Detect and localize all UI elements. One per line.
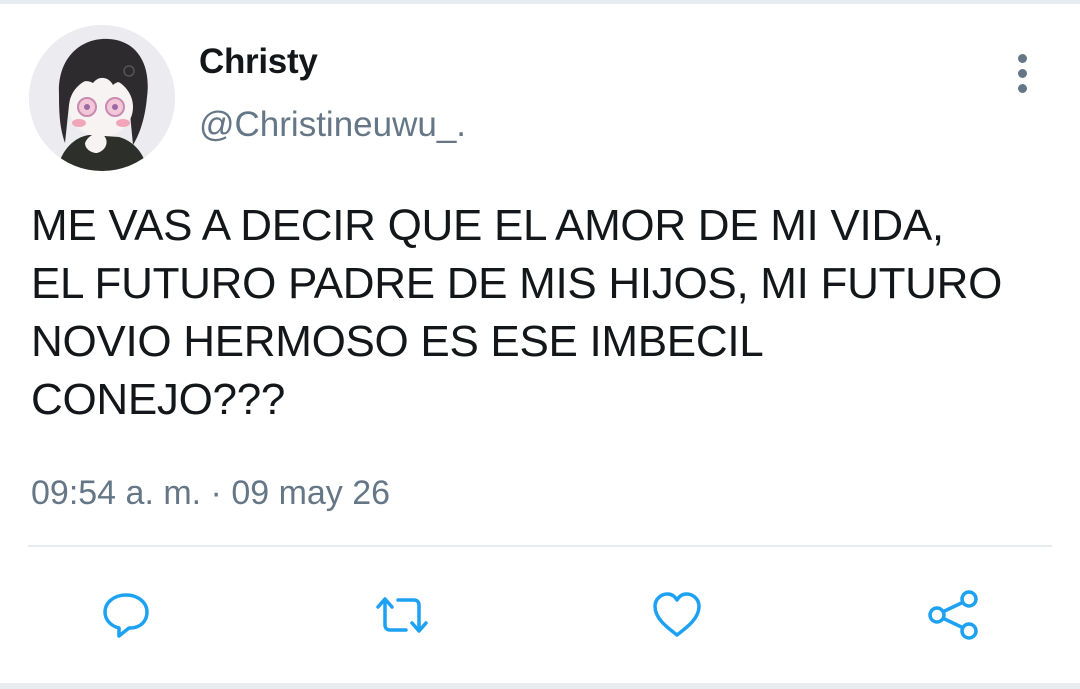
user-handle: @Christineuwu_. — [199, 105, 467, 144]
tweet-timestamp[interactable]: 09:54 a. m. · 09 may 26 — [31, 474, 390, 513]
display-name[interactable]: Christy — [199, 42, 318, 82]
share-button[interactable] — [923, 585, 983, 645]
bottom-border — [0, 683, 1080, 689]
avatar[interactable] — [29, 25, 175, 171]
retweet-button[interactable] — [372, 585, 432, 645]
share-icon — [928, 590, 978, 640]
like-button[interactable] — [647, 585, 707, 645]
divider — [28, 545, 1052, 547]
more-options-button[interactable] — [1000, 50, 1044, 96]
reply-icon — [103, 593, 149, 638]
reply-button[interactable] — [96, 585, 156, 645]
heart-icon — [653, 592, 701, 637]
more-vertical-icon — [1017, 53, 1027, 63]
retweet-icon — [376, 597, 428, 633]
avatar-image — [29, 25, 175, 171]
tweet-card: Christy @Christineuwu_. ME VAS A DECIR Q… — [0, 0, 1080, 689]
more-vertical-icon-dot — [1017, 83, 1027, 93]
tweet-text: ME VAS A DECIR QUE EL AMOR DE MI VIDA, E… — [31, 201, 1003, 424]
more-vertical-icon-dot — [1017, 68, 1027, 78]
action-bar — [0, 585, 1080, 645]
